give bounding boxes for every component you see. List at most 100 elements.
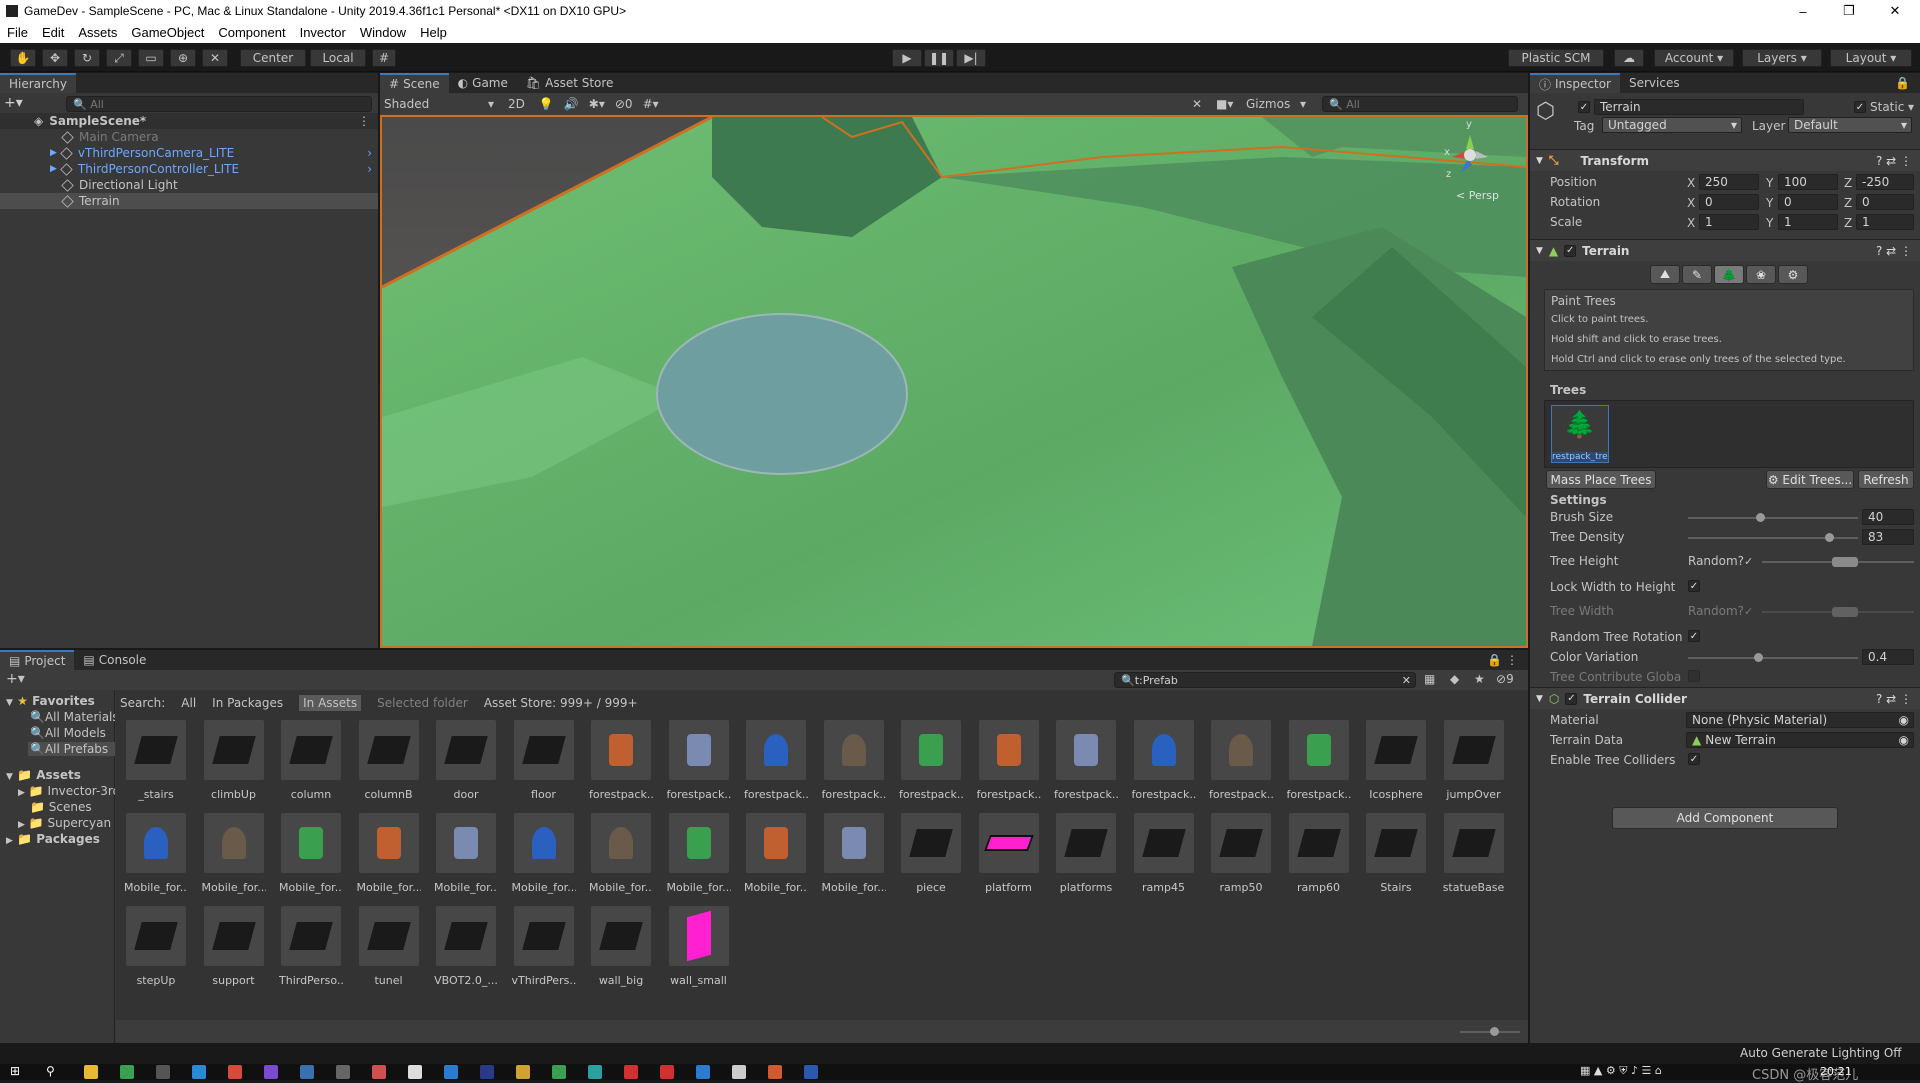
asset-item-ramp50[interactable]: ramp50 [1209, 813, 1273, 901]
hidden-objects-icon[interactable]: ⊘ [615, 97, 625, 111]
edit-trees-button[interactable]: ⚙ Edit Trees... [1766, 470, 1854, 489]
static-checkbox[interactable]: ✓ [1854, 101, 1866, 113]
chevron-right-icon[interactable]: › [367, 162, 372, 176]
asset-item-jumpover[interactable]: jumpOver [1442, 720, 1506, 808]
transform-tool-icon[interactable]: ⊕ [170, 49, 196, 67]
asset-item-stairs[interactable]: _stairs [124, 720, 188, 808]
pivot-center-button[interactable]: Center [240, 49, 306, 67]
gizmos-dropdown[interactable]: Gizmos ▾ [1246, 97, 1306, 111]
app-icon[interactable] [696, 1065, 710, 1079]
word-icon[interactable] [804, 1065, 818, 1079]
asset-item-columnb[interactable]: columnB [357, 720, 421, 808]
app-icon[interactable] [444, 1065, 458, 1079]
expand-arrow-icon[interactable]: ▶ [6, 836, 13, 846]
create-plus-icon[interactable]: +▾ [4, 95, 23, 111]
rect-tool-icon[interactable]: ▭ [138, 49, 164, 67]
slider-knob[interactable] [1825, 533, 1834, 542]
powerpoint-icon[interactable] [768, 1065, 782, 1079]
effects-icon[interactable]: ✱▾ [589, 97, 605, 111]
app-icon[interactable] [372, 1065, 386, 1079]
tree-density-field[interactable]: 83 [1862, 529, 1914, 545]
favorites-row[interactable]: ▼ ★ Favorites [6, 694, 95, 708]
asset-item-statuebase[interactable]: statueBase [1442, 813, 1506, 901]
terrain-data-field[interactable]: ▲ New Terrain ◉ [1686, 732, 1914, 748]
asset-item-mobile-for[interactable]: Mobile_for... [589, 813, 653, 901]
terrain-header[interactable]: ▼ ▲ ✓ Terrain ? ⇄ ⋮ [1530, 239, 1920, 261]
grid-snap-icon[interactable]: # [372, 49, 396, 67]
paint-texture-icon[interactable]: ✎ [1682, 265, 1712, 284]
component-menu-icon[interactable]: ? ⇄ ⋮ [1876, 692, 1912, 706]
position-y-field[interactable]: 100 [1778, 174, 1838, 190]
thumbnail-size-slider[interactable] [1460, 1027, 1520, 1036]
range-thumb[interactable] [1832, 557, 1858, 567]
brush-size-field[interactable]: 40 [1862, 509, 1914, 525]
static-dropdown-icon[interactable]: ▾ [1908, 100, 1914, 114]
unity-icon[interactable] [408, 1065, 422, 1079]
asset-item-mobile-for[interactable]: Mobile_for... [202, 813, 266, 901]
app-icon[interactable] [588, 1065, 602, 1079]
asset-item-mobile-for[interactable]: Mobile_for... [357, 813, 421, 901]
refresh-button[interactable]: Refresh [1858, 470, 1914, 489]
asset-item-ramp45[interactable]: ramp45 [1132, 813, 1196, 901]
tag-dropdown[interactable]: Untagged ▾ [1602, 117, 1742, 133]
folder-supercyan[interactable]: ▶ 📁 Supercyan Fr [18, 816, 115, 830]
create-plus-icon[interactable]: +▾ [6, 671, 25, 687]
asset-item-ramp60[interactable]: ramp60 [1287, 813, 1351, 901]
rotate-tool-icon[interactable]: ↻ [74, 49, 100, 67]
object-name-field[interactable]: Terrain [1594, 99, 1804, 115]
menu-help[interactable]: Help [413, 25, 454, 40]
scene-menu-icon[interactable]: ⋮ [358, 114, 370, 128]
tree-width-range-slider[interactable] [1762, 607, 1914, 617]
perspective-label[interactable]: < Persp [1456, 189, 1499, 202]
scale-tool-icon[interactable]: ⤢ [106, 49, 132, 67]
material-field[interactable]: None (Physic Material) ◉ [1686, 712, 1914, 728]
chevron-right-icon[interactable]: › [367, 146, 372, 160]
rotation-y-field[interactable]: 0 [1778, 194, 1838, 210]
asset-item-forestpack[interactable]: forestpack... [977, 720, 1041, 808]
menu-gameobject[interactable]: GameObject [124, 25, 211, 40]
tab-scene[interactable]: # Scene [380, 73, 449, 93]
terrain-enabled-checkbox[interactable]: ✓ [1564, 244, 1577, 257]
pause-button[interactable]: ❚❚ [924, 49, 954, 67]
scope-all[interactable]: All [181, 696, 196, 710]
rotation-z-field[interactable]: 0 [1856, 194, 1914, 210]
audio-icon[interactable]: 🔊 [564, 97, 579, 111]
minimize-button[interactable]: – [1780, 0, 1826, 22]
scope-in-assets[interactable]: In Assets [299, 695, 362, 711]
scene-search-input[interactable]: 🔍 All [1322, 96, 1518, 112]
lock-width-checkbox[interactable]: ✓ [1688, 580, 1700, 592]
asset-item-door[interactable]: door [434, 720, 498, 808]
paint-trees-icon[interactable]: 🌲 [1714, 265, 1744, 284]
step-button[interactable]: ▶| [956, 49, 986, 67]
slider-knob[interactable] [1754, 653, 1763, 662]
hierarchy-item-light[interactable]: Directional Light [0, 177, 378, 193]
asset-item-stepup[interactable]: stepUp [124, 906, 188, 994]
scope-in-packages[interactable]: In Packages [212, 696, 283, 710]
app-icon[interactable] [228, 1065, 242, 1079]
unity-hub-icon[interactable] [156, 1065, 170, 1079]
expand-arrow-icon[interactable]: ▶ [18, 788, 25, 798]
filter-label-icon[interactable]: ◆ [1450, 672, 1459, 686]
scale-z-field[interactable]: 1 [1856, 214, 1914, 230]
object-picker-icon[interactable]: ◉ [1899, 713, 1909, 727]
add-component-button[interactable]: Add Component [1612, 807, 1838, 829]
mass-place-trees-button[interactable]: Mass Place Trees [1546, 470, 1656, 489]
asset-item-support[interactable]: support [202, 906, 266, 994]
lock-icon[interactable]: 🔒 [1895, 76, 1910, 90]
layout-dropdown[interactable]: Layout ▾ [1830, 49, 1912, 67]
asset-item-mobile-for[interactable]: Mobile_for... [822, 813, 886, 901]
menu-component[interactable]: Component [211, 25, 292, 40]
chrome-icon[interactable] [120, 1065, 134, 1079]
expand-arrow-icon[interactable]: ▶ [50, 164, 57, 174]
tools-icon[interactable]: ✕ [1192, 97, 1202, 111]
app-icon[interactable] [336, 1065, 350, 1079]
file-explorer-icon[interactable] [84, 1065, 98, 1079]
hidden-packages-icon[interactable]: ⊘9 [1496, 672, 1514, 686]
tab-game[interactable]: ◐ Game [449, 73, 517, 93]
asset-item-mobile-for[interactable]: Mobile_for... [279, 813, 343, 901]
scene-row[interactable]: ◈ SampleScene* ⋮ [0, 113, 378, 129]
asset-item-thirdperso[interactable]: ThirdPerso... [279, 906, 343, 994]
telegram-icon[interactable] [192, 1065, 206, 1079]
wechat-icon[interactable] [552, 1065, 566, 1079]
asset-item-wall-big[interactable]: wall_big [589, 906, 653, 994]
